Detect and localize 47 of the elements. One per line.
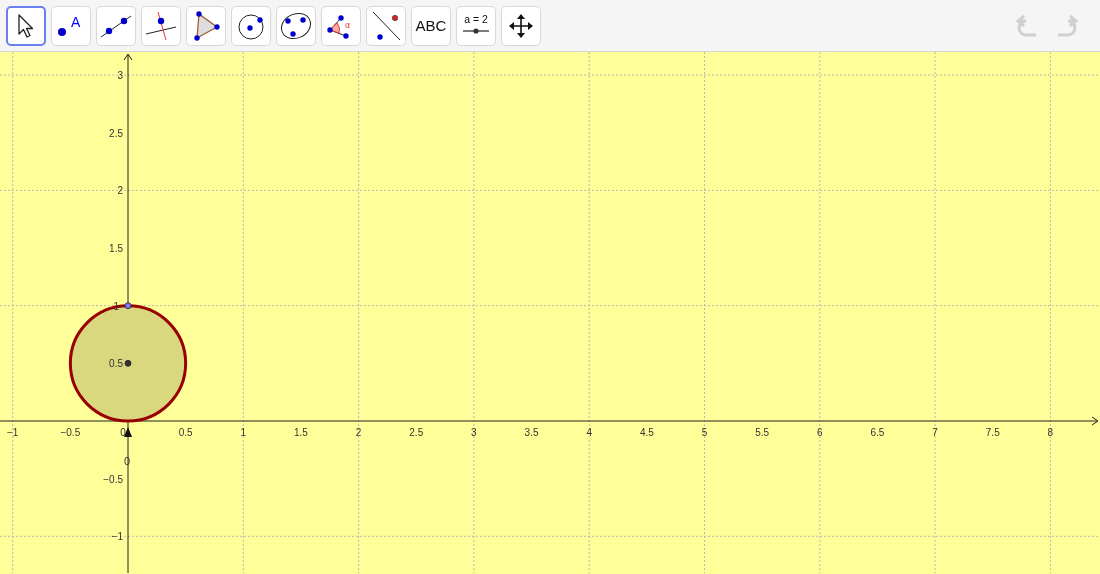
tick-label: −0.5 (103, 473, 123, 485)
tick-label: 5 (701, 427, 708, 438)
move-tool[interactable] (6, 5, 46, 46)
tick-label: 7.5 (985, 427, 1000, 438)
pan-tool[interactable] (501, 5, 541, 46)
tick-label: 2 (355, 427, 362, 438)
tick-label: 0.5 (109, 358, 123, 370)
circle-tool[interactable] (231, 5, 271, 46)
perpendicular-tool[interactable] (141, 5, 181, 46)
move-arrows-icon (508, 12, 534, 39)
triangle-icon (191, 9, 221, 42)
text-tool[interactable]: ABC (411, 5, 451, 46)
polygon-tool[interactable] (186, 5, 226, 46)
tick-label: 1.5 (294, 427, 308, 438)
tick-label: 3 (471, 427, 477, 438)
reflect-tool[interactable] (366, 5, 406, 46)
triangle-marker-icon (124, 427, 132, 437)
line-tool[interactable] (96, 5, 136, 46)
reflect-line-icon (370, 9, 402, 42)
point[interactable] (124, 359, 132, 367)
tick-label: 1.5 (109, 243, 123, 255)
point[interactable] (124, 302, 132, 310)
tick-label: 4 (586, 427, 592, 438)
tick-label: −1 (7, 427, 19, 438)
tick-label: 2.5 (409, 427, 424, 438)
tick-label: 4.5 (639, 427, 654, 438)
tick-label: 5.5 (755, 427, 770, 438)
slider-tool[interactable]: a = 2 (456, 5, 496, 46)
tick-label: 1 (240, 427, 247, 438)
tick-label: 7 (932, 427, 938, 438)
tick-label: 3.5 (524, 427, 539, 438)
tick-label: 0.5 (178, 427, 193, 438)
perpendicular-line-icon (144, 10, 178, 41)
point-label: 0 (123, 455, 131, 467)
tick-label: 6 (817, 427, 823, 438)
tick-label: 3 (117, 70, 123, 82)
conic-tool[interactable] (276, 5, 316, 46)
tick-label: 2 (117, 185, 123, 197)
arrow-cursor-icon (16, 12, 36, 39)
tick-label: 6.5 (870, 427, 885, 438)
tick-label: 0 (120, 427, 126, 438)
tick-label: −1 (111, 531, 123, 543)
tick-label: 1 (113, 300, 119, 312)
tick-label: −0.5 (60, 427, 81, 438)
tick-label: 8 (1047, 427, 1054, 438)
tick-label: 2.5 (109, 127, 123, 139)
point-tool[interactable]: A (51, 5, 91, 46)
